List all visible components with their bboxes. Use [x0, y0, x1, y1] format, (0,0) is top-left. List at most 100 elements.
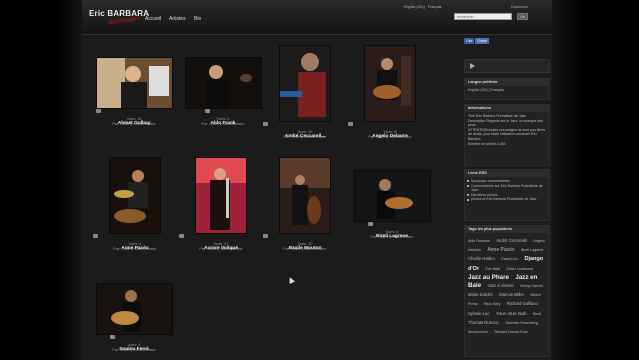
album-photo [96, 58, 172, 108]
album-card[interactable]: Angelo Debarre Vues: 8 Par: Gallery Admi… [348, 45, 430, 140]
album-name[interactable]: Ahmet Gulbay [118, 121, 151, 126]
album-thumbnail[interactable] [95, 283, 173, 335]
album-name[interactable]: Baxile Mouton [289, 246, 322, 251]
album-card[interactable]: Aurore Voilqué Vues: 37 Par: Gallery Adm… [179, 157, 261, 252]
gallery-page: Eric BARBARA Jazzimages Accueil Artistes… [82, 0, 552, 360]
tag-link[interactable]: Paco Séry [484, 302, 501, 306]
top-lang-fr[interactable]: Français [428, 5, 441, 9]
video-frame: Eric BARBARA Jazzimages Accueil Artistes… [0, 0, 639, 360]
tag-link[interactable]: Stochelo Rosenberg [505, 321, 538, 325]
album-card[interactable]: Baxile Mouton Vues: 10 Par: Gallery Admi… [263, 157, 345, 252]
tag-link[interactable]: Charlie Haden [468, 256, 495, 261]
tag-link[interactable]: Anne Pacéo [487, 247, 514, 253]
header-bar: Eric BARBARA Jazzimages Accueil Artistes… [82, 0, 552, 35]
tag-link[interactable]: Thomas Dutronc [468, 320, 499, 325]
login-link[interactable]: Connexion [511, 5, 528, 9]
tag-link[interactable]: Manu Katché [468, 292, 493, 297]
tag-link[interactable]: Eric Bibb [486, 267, 500, 271]
album-thumbnail[interactable] [353, 170, 431, 222]
album-photo [365, 46, 415, 121]
rss-link[interactable]: Commentaires sur Eric Barbara Portraitis… [465, 184, 549, 193]
site-logo[interactable]: Eric BARBARA [89, 9, 149, 18]
tag-link[interactable]: Jazz à Vienne [488, 283, 514, 288]
album-icon [110, 335, 115, 339]
album-icon [348, 122, 353, 126]
album-thumbnail[interactable] [184, 57, 262, 109]
album-thumbnail[interactable] [279, 45, 331, 122]
tag-link[interactable]: Jazz au Phare [468, 274, 509, 281]
album-card[interactable]: Ahmet Gulbay Vues: 16 Par: Gallery Admin… [94, 57, 174, 127]
rss-link[interactable]: photos et Eric Barbara Portraitiste de J… [465, 197, 549, 202]
tags-block: Tags les plus populaires Aldo Romano And… [464, 225, 550, 357]
tag-link[interactable]: Michel Portal [468, 293, 541, 306]
album-card[interactable]: Bireli Lagrene Vues: 6 Par: Gallery Admi… [352, 170, 432, 240]
nav-bio[interactable]: Bio [194, 16, 201, 22]
album-name[interactable]: Aldo Frank [210, 121, 235, 126]
album-photo [110, 158, 160, 233]
tag-link[interactable]: Bireli [533, 312, 541, 316]
tag-link[interactable]: Didier Lockwood [506, 267, 533, 271]
mouse-cursor-icon [287, 276, 295, 284]
play-icon[interactable] [470, 63, 475, 69]
tag-link[interactable]: Sanseverino [468, 330, 488, 334]
search-button[interactable]: OK [517, 13, 528, 20]
tag-link[interactable]: Renaud Garcia-Fons [494, 330, 527, 334]
album-photo [354, 171, 430, 221]
tag-link[interactable]: Sylvain Luc [468, 311, 489, 316]
album-name[interactable]: Soulou Ferré [119, 347, 149, 352]
nav-artistes[interactable]: Artistes [169, 16, 186, 22]
album-card[interactable]: André Ceccarell... Vues: 19 Par: Gallery… [263, 45, 345, 140]
album-icon [205, 109, 210, 113]
top-lang-en[interactable]: English (US) [404, 5, 424, 9]
album-thumbnail[interactable] [109, 157, 161, 234]
info-line: Description Regards sur le Jazz, la musi… [468, 118, 543, 128]
album-photo [280, 46, 330, 121]
info-block: Informations Titre Eric Barbara Portrait… [464, 104, 550, 166]
tag-link[interactable]: Richard Galliano [507, 301, 538, 306]
album-name[interactable]: Angelo Debarre [372, 134, 408, 139]
tag-link[interactable]: Youn Sun Nah [496, 312, 527, 317]
album-photo [96, 284, 172, 334]
language-title: Langue préférée [465, 79, 549, 86]
album-name[interactable]: Bireli Lagrene [376, 234, 408, 239]
tag-link[interactable]: Kenny Garrett [520, 284, 542, 288]
album-icon [263, 122, 268, 126]
tags-title: Tags les plus populaires [465, 226, 549, 233]
info-title: Informations [465, 105, 549, 112]
album-card[interactable]: Aldo Frank Vues: 2 Par: Gallery Administ… [183, 57, 263, 127]
lang-en-link[interactable]: English (US) [468, 88, 488, 92]
lang-fr-link[interactable]: Français [491, 88, 504, 92]
facebook-like-button[interactable]: Like [464, 38, 475, 44]
album-photo [185, 58, 261, 108]
tag-link[interactable]: André Ceccarelli [496, 238, 527, 243]
album-card[interactable]: Soulou Ferré Vues: 6 Par: Gallery Admini… [94, 283, 174, 353]
info-line: ATTENTION toutes ces images ne sont pas … [468, 127, 546, 141]
album-photo [196, 158, 246, 233]
tag-link[interactable]: Bireli Lagrene [521, 248, 543, 252]
album-photo [280, 158, 330, 233]
album-thumbnail[interactable] [364, 45, 416, 122]
search-input[interactable]: rechercher [454, 13, 512, 20]
album-thumbnail[interactable] [279, 157, 331, 234]
album-name[interactable]: André Ceccarell... [285, 134, 326, 139]
album-card[interactable]: Anne Pacéo Vues: 4 Par: Gallery Administ… [93, 157, 175, 252]
tag-link[interactable]: Aldo Romano [468, 239, 490, 243]
album-name[interactable]: Aurore Voilqué [204, 246, 238, 251]
album-name[interactable]: Anne Pacéo [121, 246, 148, 251]
facebook-buttons: Like Share [464, 38, 489, 44]
tag-link[interactable]: David Linx [501, 257, 518, 261]
tag-link[interactable]: Marcus Miller [499, 292, 524, 297]
album-thumbnail[interactable] [95, 57, 173, 109]
audio-player [464, 59, 550, 73]
lang-sep: | [488, 88, 490, 92]
facebook-share-button[interactable]: Share [475, 38, 489, 44]
album-icon [263, 234, 268, 238]
nav-accueil[interactable]: Accueil [145, 16, 161, 22]
rss-block: Liens RSS Nouveaux commentaires Commenta… [464, 169, 550, 221]
language-block: Langue préférée English (US) | Français [464, 78, 550, 100]
info-line: Nombre de photos 1264 [468, 141, 506, 146]
top-lang-sep: | [424, 5, 425, 9]
album-thumbnail[interactable] [195, 157, 247, 234]
album-icon [179, 234, 184, 238]
sidebar: Like Share Langue préférée English (US) … [464, 34, 550, 360]
